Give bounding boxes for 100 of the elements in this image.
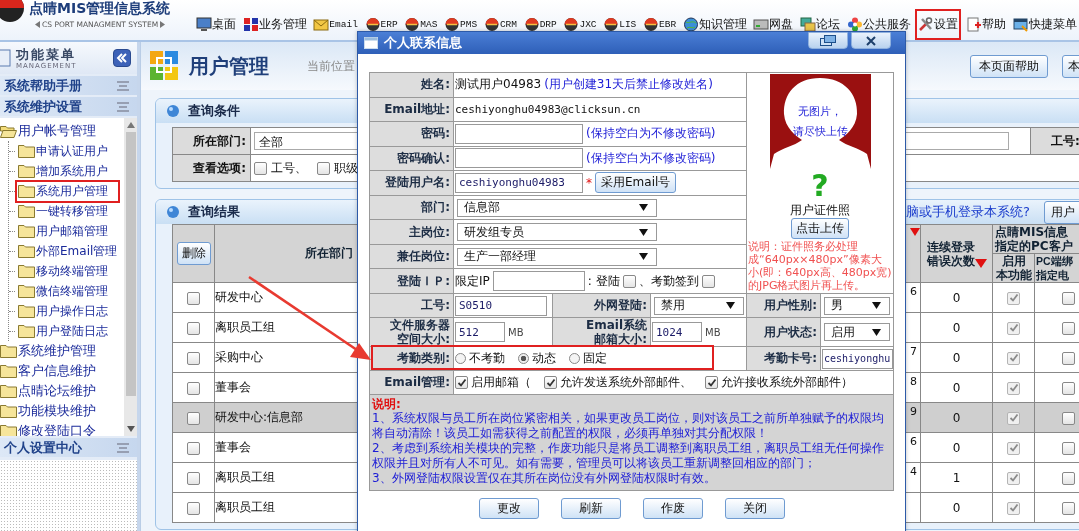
- dialog-button[interactable]: 刷新: [560, 498, 621, 519]
- help-button[interactable]: 本页面帮助: [970, 54, 1048, 78]
- sidebar-section[interactable]: 个人设置中心: [0, 438, 137, 457]
- close-button[interactable]: [851, 32, 891, 49]
- tree-item[interactable]: 用户操作日志: [15, 301, 111, 321]
- toolbar-item[interactable]: 帮助: [964, 13, 1009, 35]
- dialog-button[interactable]: 关闭: [724, 498, 785, 519]
- username-field[interactable]: ceshiyonghu04983: [455, 172, 583, 193]
- checkbox[interactable]: [1061, 381, 1075, 395]
- checkbox[interactable]: [1061, 321, 1075, 335]
- sidebar-section[interactable]: 系统维护设置: [0, 97, 137, 116]
- checkbox[interactable]: [705, 376, 718, 389]
- password-field[interactable]: [455, 148, 583, 169]
- radio-button[interactable]: [455, 353, 466, 364]
- row-selector-cell[interactable]: [172, 282, 215, 313]
- checkbox[interactable]: [1007, 321, 1020, 335]
- employee-id-field[interactable]: S0510: [455, 295, 547, 316]
- checkbox[interactable]: [1061, 351, 1075, 365]
- tree-item[interactable]: 用户帐号管理: [0, 121, 124, 141]
- tree-item[interactable]: 申请认证用户: [15, 141, 111, 161]
- help-link[interactable]: 脑或手机登录本系统?: [906, 203, 1030, 221]
- user-button[interactable]: 用户: [1044, 200, 1079, 224]
- checkbox[interactable]: [1061, 291, 1075, 305]
- checkbox[interactable]: [187, 381, 200, 395]
- tree-item[interactable]: 功能模块维护: [0, 401, 124, 421]
- upload-button[interactable]: 点击上传: [791, 218, 849, 239]
- checkbox[interactable]: [187, 471, 200, 485]
- checkbox[interactable]: [1007, 471, 1020, 485]
- use-email-button[interactable]: 采用Email号: [595, 172, 677, 194]
- checkbox[interactable]: [187, 321, 200, 335]
- tree-item[interactable]: 系统维护管理: [0, 341, 124, 361]
- toolbar-item[interactable]: 设置: [915, 8, 962, 40]
- tree-item[interactable]: 微信终端管理: [15, 281, 111, 301]
- dropdown[interactable]: 生产一部经理: [457, 247, 657, 266]
- tree-item[interactable]: 用户邮箱管理: [15, 221, 111, 241]
- toolbar-item[interactable]: Email: [311, 14, 360, 34]
- tree-item[interactable]: 系统用户管理: [15, 179, 120, 203]
- password-field[interactable]: [455, 123, 583, 144]
- up-arrow-icon[interactable]: [126, 122, 135, 128]
- radio-button[interactable]: [518, 353, 529, 364]
- dropdown[interactable]: 启用: [824, 323, 890, 341]
- toolbar-item[interactable]: 桌面: [194, 13, 238, 35]
- toolbar-item[interactable]: 知识管理: [680, 13, 749, 35]
- checkbox[interactable]: [544, 376, 557, 389]
- checkbox[interactable]: [1007, 291, 1020, 305]
- help-button[interactable]: 本: [1062, 54, 1079, 78]
- tree-item[interactable]: 一键转移管理: [15, 201, 111, 221]
- checkbox[interactable]: [1061, 471, 1075, 485]
- ip-field[interactable]: [492, 271, 585, 292]
- checkbox[interactable]: [1061, 501, 1075, 515]
- dropdown[interactable]: 信息部: [457, 198, 657, 217]
- checkbox[interactable]: [622, 274, 636, 288]
- card-number-field[interactable]: ceshiyonghu: [822, 348, 893, 369]
- dropdown[interactable]: 禁用: [654, 296, 744, 315]
- dropdown[interactable]: 研发组专员: [457, 223, 657, 242]
- down-arrow-icon[interactable]: [126, 426, 135, 432]
- checkbox[interactable]: [1007, 381, 1020, 395]
- checkbox[interactable]: [1007, 411, 1020, 425]
- checkbox[interactable]: [187, 441, 200, 455]
- row-selector-cell[interactable]: [172, 342, 215, 373]
- checkbox[interactable]: [187, 291, 200, 305]
- tree-item[interactable]: 点晴论坛维护: [0, 381, 124, 401]
- dialog-button[interactable]: 更改: [478, 498, 539, 519]
- dropdown[interactable]: 男: [824, 296, 890, 315]
- row-selector-cell[interactable]: [172, 402, 215, 433]
- sidebar-section[interactable]: 系统帮助手册: [0, 76, 137, 95]
- toolbar-item[interactable]: 业务管理: [240, 13, 309, 35]
- collapse-button[interactable]: [113, 49, 131, 67]
- toolbar-item[interactable]: 快捷菜单: [1010, 13, 1079, 35]
- checkbox[interactable]: [1007, 351, 1020, 365]
- mailbox-size-field[interactable]: 1024: [652, 322, 702, 342]
- row-selector-cell[interactable]: [172, 432, 215, 463]
- delete-button[interactable]: 删除: [176, 242, 211, 265]
- checkbox[interactable]: [1061, 411, 1075, 425]
- checkbox[interactable]: [317, 161, 330, 175]
- checkbox[interactable]: [701, 274, 715, 288]
- dialog-button[interactable]: 作废: [642, 498, 703, 519]
- checkbox[interactable]: [187, 501, 200, 515]
- checkbox[interactable]: [1007, 501, 1020, 515]
- tree-item[interactable]: 外部Email管理: [15, 241, 121, 261]
- sort-triangle-icon[interactable]: [910, 228, 920, 236]
- toolbar-item[interactable]: 论坛: [798, 13, 843, 35]
- checkbox[interactable]: [254, 161, 267, 175]
- tree-item[interactable]: 移动终端管理: [15, 261, 111, 281]
- checkbox[interactable]: [187, 351, 200, 365]
- row-selector-cell[interactable]: [172, 372, 215, 403]
- space-field[interactable]: 512: [455, 322, 505, 342]
- checkbox[interactable]: [187, 411, 200, 425]
- scrollbar[interactable]: [124, 118, 137, 436]
- checkbox[interactable]: [1061, 441, 1075, 455]
- row-selector-cell[interactable]: [172, 492, 215, 523]
- checkbox[interactable]: [455, 376, 468, 389]
- sort-triangle-icon[interactable]: [974, 258, 987, 268]
- tree-item[interactable]: 客户信息维护: [0, 361, 124, 381]
- radio-button[interactable]: [569, 353, 580, 364]
- tree-item[interactable]: 用户登陆日志: [15, 321, 111, 341]
- toolbar-item[interactable]: 网盘: [751, 13, 796, 35]
- restore-button[interactable]: [808, 32, 848, 49]
- row-selector-cell[interactable]: [172, 462, 215, 493]
- tree-item[interactable]: 增加系统用户: [15, 161, 111, 181]
